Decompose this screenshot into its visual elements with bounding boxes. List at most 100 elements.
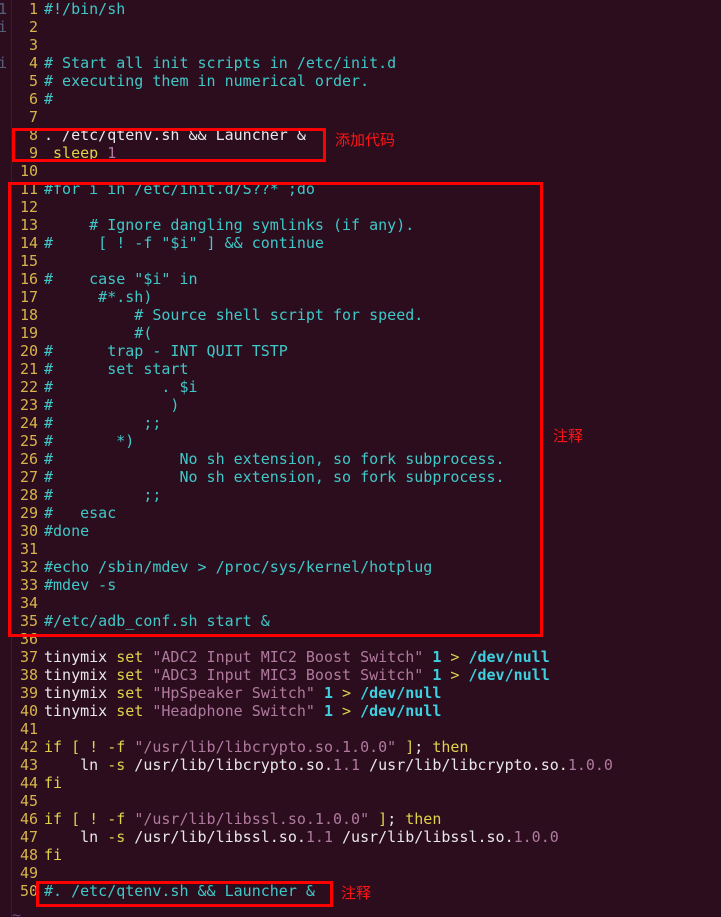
- code-line[interactable]: 41: [12, 720, 44, 738]
- code-line[interactable]: 49: [12, 864, 44, 882]
- line-number: 5: [28, 72, 38, 90]
- code-token: "/usr/lib/libcrypto.so.1.0.0": [134, 738, 397, 756]
- code-line[interactable]: 1 #!/bin/sh: [12, 0, 125, 18]
- code-line[interactable]: 4 # Start all init scripts in /etc/init.d: [12, 54, 396, 72]
- line-number: 19: [19, 324, 38, 342]
- line-number: 47: [19, 828, 38, 846]
- code-line[interactable]: 2: [12, 18, 44, 36]
- gutter-ghost-char: i: [0, 54, 7, 72]
- code-line[interactable]: 3: [12, 36, 44, 54]
- code-line[interactable]: 38 tinymix set "ADC3 Input MIC3 Boost Swi…: [12, 666, 550, 684]
- code-token: #*.sh): [44, 288, 153, 306]
- code-line[interactable]: 25 # *): [12, 432, 134, 450]
- code-line[interactable]: 17 #*.sh): [12, 288, 152, 306]
- code-line[interactable]: 12: [12, 198, 44, 216]
- code-line[interactable]: 34: [12, 594, 44, 612]
- code-line[interactable]: 27 # No sh extension, so fork subprocess.: [12, 468, 505, 486]
- eof-tilde-marker: ~: [12, 906, 22, 917]
- code-line[interactable]: 20 # trap - INT QUIT TSTP: [12, 342, 288, 360]
- code-line[interactable]: 8 . /etc/qtenv.sh && Launcher &: [12, 126, 306, 144]
- code-line[interactable]: 16 # case "$i" in: [12, 270, 198, 288]
- code-line[interactable]: 19 #(: [12, 324, 152, 342]
- code-line[interactable]: 43 ln -s /usr/lib/libcrypto.so.1.1 /usr/…: [12, 756, 613, 774]
- line-number: 7: [28, 108, 38, 126]
- code-token: #(: [44, 324, 153, 342]
- code-line[interactable]: 22 # . $i: [12, 378, 198, 396]
- code-token: ]: [378, 810, 388, 828]
- code-line[interactable]: 15: [12, 252, 44, 270]
- code-line[interactable]: 5 # executing them in numerical order.: [12, 72, 369, 90]
- code-line[interactable]: 39 tinymix set "HpSpeaker Switch" 1 > /de…: [12, 684, 441, 702]
- code-token: !: [89, 810, 99, 828]
- code-line[interactable]: 9 sleep 1: [12, 144, 116, 162]
- code-token: # *): [44, 432, 135, 450]
- code-line[interactable]: 46 if [ ! -f "/usr/lib/libssl.so.1.0.0" ]…: [12, 810, 441, 828]
- code-token: #!/bin/sh: [44, 0, 126, 18]
- code-line[interactable]: 32 #echo /sbin/mdev > /proc/sys/kernel/ho…: [12, 558, 432, 576]
- code-token: . /etc/qtenv.sh && Launcher &: [44, 126, 306, 144]
- code-token: ln: [44, 828, 108, 846]
- line-number: 6: [28, 90, 38, 108]
- line-number: 32: [19, 558, 38, 576]
- code-token: if: [44, 738, 63, 756]
- code-line[interactable]: 23 # ): [12, 396, 180, 414]
- code-line[interactable]: 37 tinymix set "ADC2 Input MIC2 Boost Swi…: [12, 648, 550, 666]
- code-line[interactable]: 14 # [ ! -f "$i" ] && continue: [12, 234, 324, 252]
- code-line[interactable]: 10: [12, 162, 44, 180]
- code-line[interactable]: 50 #. /etc/qtenv.sh && Launcher &: [12, 882, 315, 900]
- line-number: 46: [19, 810, 38, 828]
- line-number: 49: [19, 864, 38, 882]
- code-token: "Headphone Switch": [152, 702, 315, 720]
- code-token: /dev/null: [360, 684, 442, 702]
- code-line[interactable]: 18 # Source shell script for speed.: [12, 306, 423, 324]
- code-line[interactable]: 21 # set start: [12, 360, 189, 378]
- code-line[interactable]: 42 if [ ! -f "/usr/lib/libcrypto.so.1.0.0…: [12, 738, 469, 756]
- code-token: sleep: [53, 144, 99, 162]
- code-line[interactable]: 30 #done: [12, 522, 89, 540]
- code-line[interactable]: 36: [12, 630, 44, 648]
- code-token: /dev/null: [360, 702, 442, 720]
- code-line[interactable]: 40 tinymix set "Headphone Switch" 1 > /de…: [12, 702, 441, 720]
- line-number: 36: [19, 630, 38, 648]
- code-line[interactable]: 13 # Ignore dangling symlinks (if any).: [12, 216, 414, 234]
- code-line[interactable]: 33 #mdev -s: [12, 576, 116, 594]
- code-line[interactable]: 45: [12, 792, 44, 810]
- code-line[interactable]: 29 # esac: [12, 504, 116, 522]
- code-line[interactable]: 35 #/etc/adb_conf.sh start &: [12, 612, 270, 630]
- code-token: ;: [414, 738, 433, 756]
- line-number: 18: [19, 306, 38, 324]
- code-token: # [ ! -f "$i" ] && continue: [44, 234, 324, 252]
- code-token: set: [116, 684, 144, 702]
- code-line[interactable]: 6 #: [12, 90, 53, 108]
- code-token: 1.1: [333, 756, 361, 774]
- code-token: # Source shell script for speed.: [44, 306, 424, 324]
- code-token: "HpSpeaker Switch": [152, 684, 315, 702]
- line-number: 41: [19, 720, 38, 738]
- code-line[interactable]: 26 # No sh extension, so fork subprocess.: [12, 450, 505, 468]
- code-token: "/usr/lib/libssl.so.1.0.0": [134, 810, 370, 828]
- code-line[interactable]: 47 ln -s /usr/lib/libssl.so.1.1 /usr/lib…: [12, 828, 559, 846]
- code-token: 1.0.0: [513, 828, 559, 846]
- line-number: 34: [19, 594, 38, 612]
- code-token: set: [116, 702, 144, 720]
- code-line[interactable]: 28 # ;;: [12, 486, 161, 504]
- code-line[interactable]: 11 #for i in /etc/init.d/S??* ;do: [12, 180, 315, 198]
- line-number: 44: [19, 774, 38, 792]
- line-number: 9: [28, 144, 38, 162]
- code-token: /usr/lib/libcrypto.so.: [360, 756, 568, 774]
- code-token: >: [342, 702, 352, 720]
- code-line[interactable]: 44 fi: [12, 774, 62, 792]
- code-token: >: [342, 684, 352, 702]
- line-number: 48: [19, 846, 38, 864]
- code-token: # ;;: [44, 486, 162, 504]
- code-line[interactable]: 7: [12, 108, 44, 126]
- code-line[interactable]: 48 fi: [12, 846, 62, 864]
- code-line[interactable]: 24 # ;;: [12, 414, 161, 432]
- code-line[interactable]: 31: [12, 540, 44, 558]
